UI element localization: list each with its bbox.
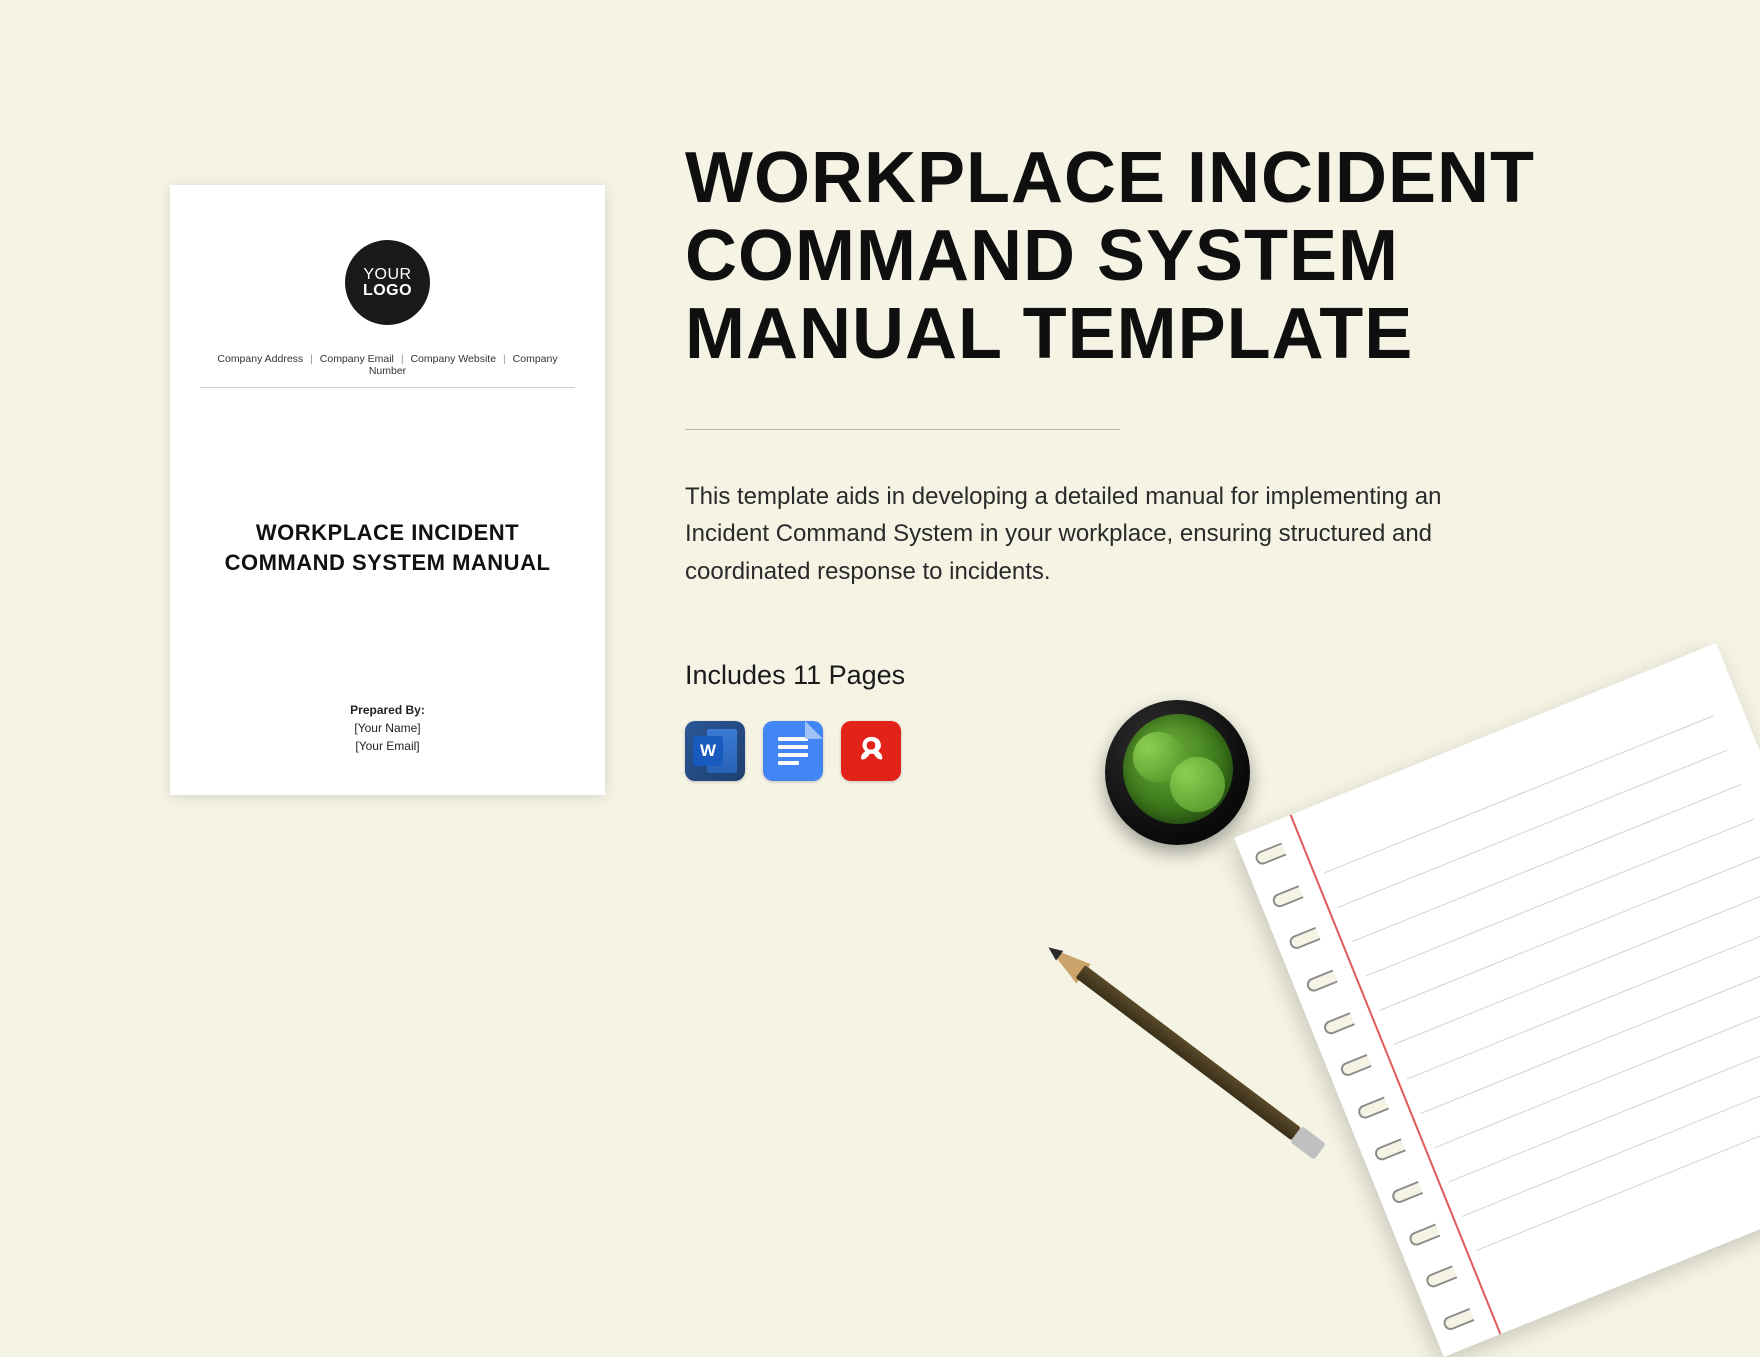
ms-word-letter: W — [693, 736, 723, 766]
decor-pencil — [1044, 941, 1325, 1158]
divider — [200, 387, 575, 388]
template-description: This template aids in developing a detai… — [685, 478, 1445, 590]
prepared-by-label: Prepared By: — [350, 701, 425, 719]
document-title: WORKPLACE INCIDENT COMMAND SYSTEM MANUAL — [225, 518, 551, 577]
includes-pages-label: Includes 11 Pages — [685, 660, 1545, 691]
document-preview-card: YOUR LOGO Company Address | Company Emai… — [170, 185, 605, 795]
google-docs-lines — [778, 733, 808, 769]
document-title-line2: COMMAND SYSTEM MANUAL — [225, 548, 551, 578]
document-title-line1: WORKPLACE INCIDENT — [225, 518, 551, 548]
prepared-by-email: [Your Email] — [350, 737, 425, 755]
company-email: Company Email — [320, 353, 394, 365]
prepared-by-block: Prepared By: [Your Name] [Your Email] — [350, 701, 425, 755]
pdf-icon[interactable] — [841, 721, 901, 781]
company-meta-row: Company Address | Company Email | Compan… — [200, 353, 575, 387]
separator: | — [503, 353, 506, 365]
prepared-by-name: [Your Name] — [350, 719, 425, 737]
pdf-glyph-icon — [854, 734, 888, 768]
separator: | — [401, 353, 404, 365]
logo-text-line1: YOUR — [363, 267, 411, 283]
template-headline: WORKPLACE INCIDENT COMMAND SYSTEM MANUAL… — [685, 140, 1545, 373]
ms-word-icon[interactable]: W — [685, 721, 745, 781]
decor-plant — [1105, 700, 1250, 845]
google-docs-icon[interactable] — [763, 721, 823, 781]
notepad-spiral — [1253, 841, 1478, 1332]
company-website: Company Website — [410, 353, 496, 365]
separator: | — [310, 353, 313, 365]
info-column: WORKPLACE INCIDENT COMMAND SYSTEM MANUAL… — [685, 140, 1545, 781]
divider — [685, 429, 1120, 430]
logo-text-line2: LOGO — [363, 283, 412, 299]
company-address: Company Address — [217, 353, 303, 365]
plant-leaves — [1123, 714, 1233, 824]
pencil-body — [1076, 965, 1301, 1140]
logo-placeholder: YOUR LOGO — [345, 240, 430, 325]
